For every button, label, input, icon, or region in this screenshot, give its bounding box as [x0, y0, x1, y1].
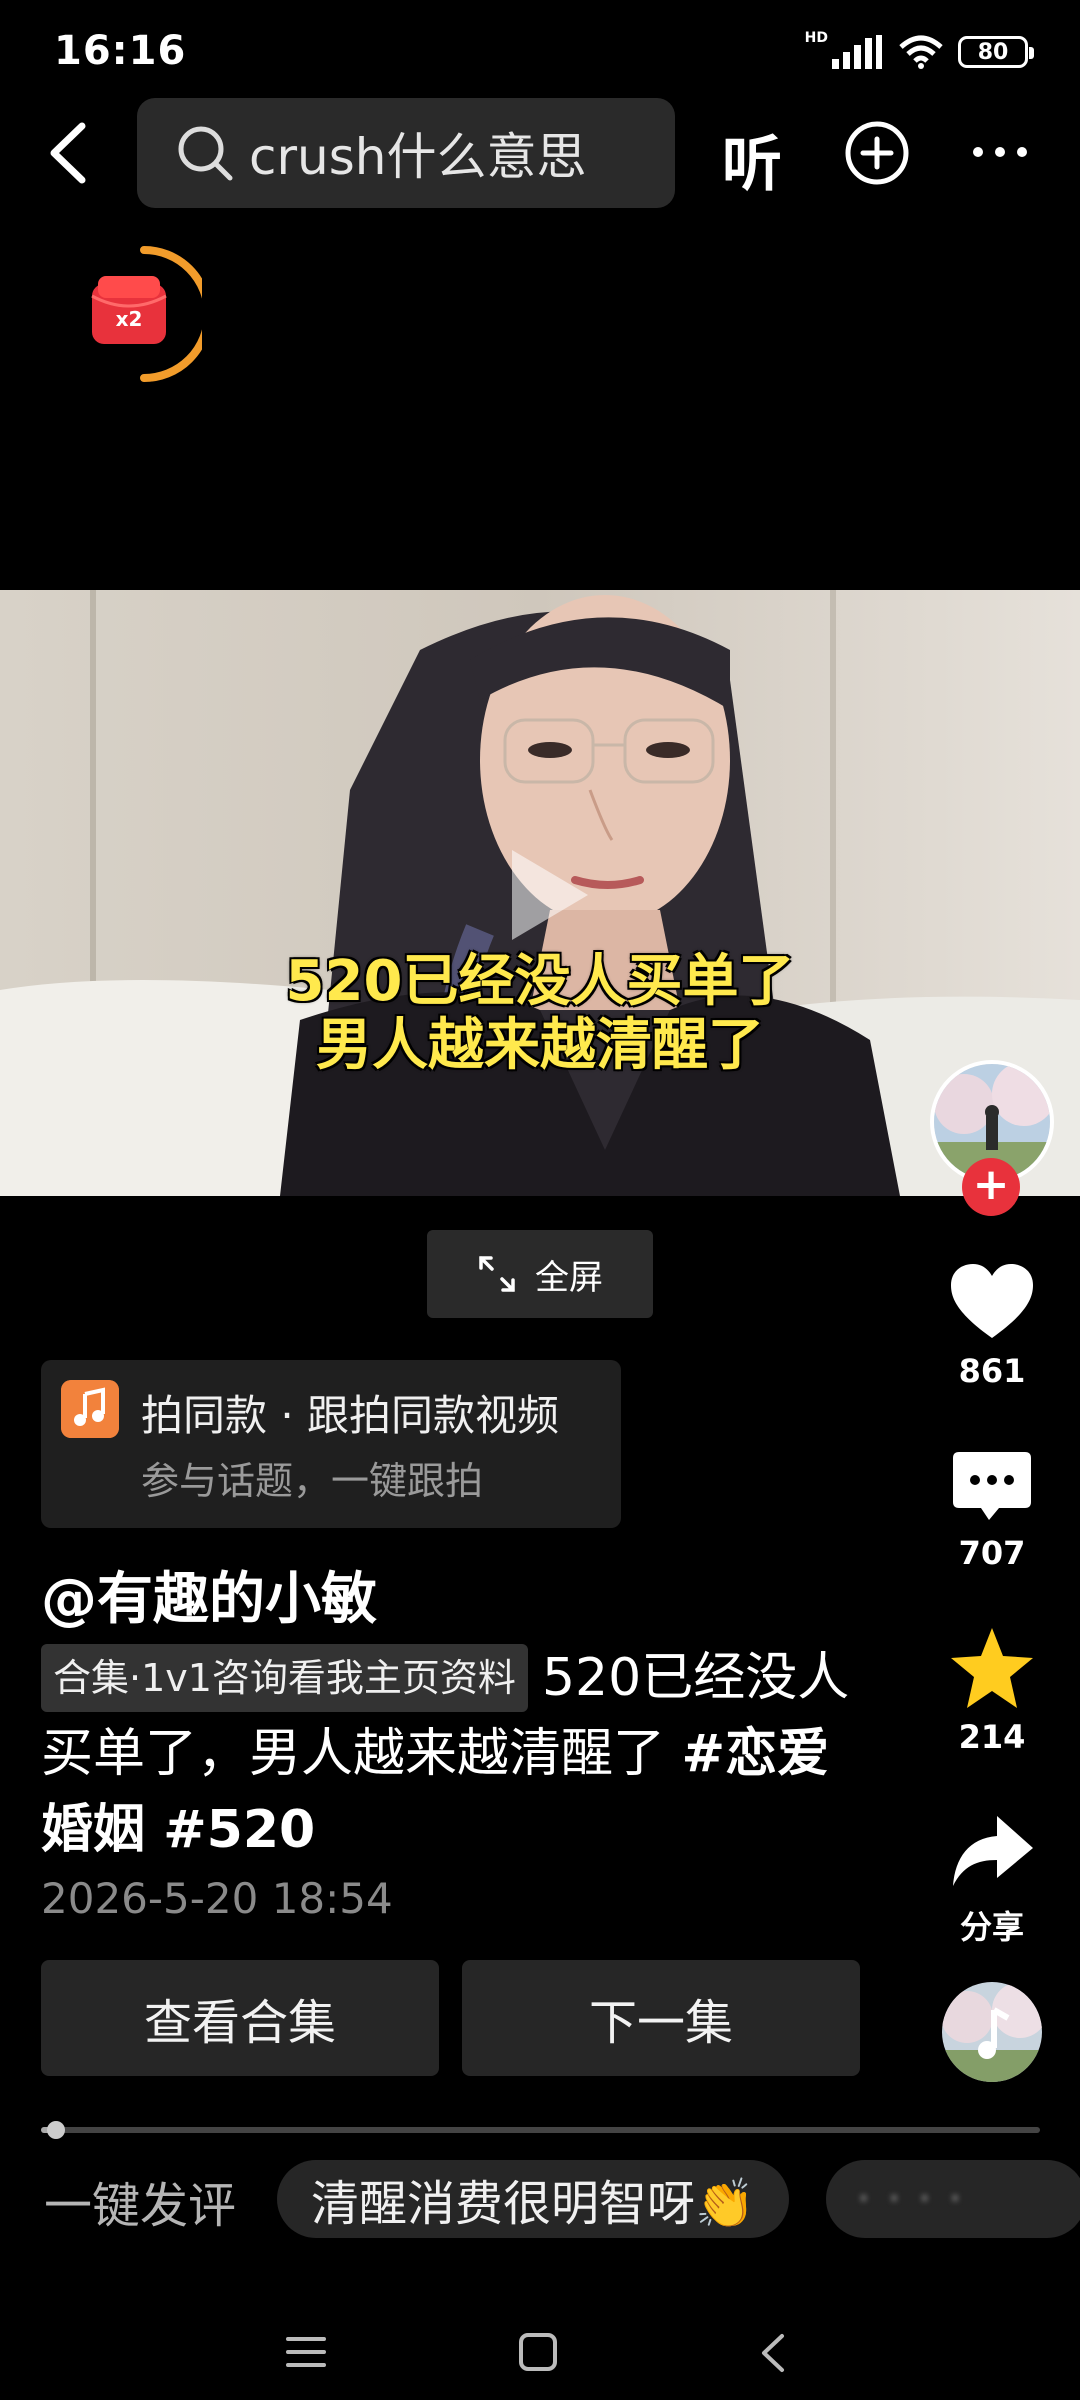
like-action[interactable]: 861	[920, 1258, 1064, 1390]
comment-icon	[953, 1452, 1031, 1520]
shoot-same-title: 拍同款 · 跟拍同款视频	[141, 1391, 560, 1440]
wifi-icon	[899, 35, 943, 69]
heart-icon	[951, 1264, 1033, 1338]
comment-count: 707	[958, 1534, 1026, 1572]
favorite-action[interactable]: 214	[920, 1624, 1064, 1756]
follow-button[interactable]: +	[962, 1158, 1020, 1216]
quick-comment-chip-partial[interactable]: · · · ·	[826, 2160, 1080, 2238]
quick-comment-label: 一键发评	[44, 2178, 237, 2234]
system-nav-bar	[0, 2300, 1080, 2400]
red-packet-icon[interactable]: x2	[82, 244, 202, 384]
expand-icon	[479, 1256, 515, 1292]
favorite-count: 214	[958, 1718, 1026, 1756]
shoot-same-subtitle: 参与话题，一键跟拍	[141, 1459, 484, 1503]
search-box[interactable]: crush什么意思	[137, 98, 675, 208]
menu-icon[interactable]	[286, 2336, 326, 2368]
share-label: 分享	[959, 1908, 1024, 1946]
like-count: 861	[958, 1352, 1026, 1390]
music-note-icon	[942, 1982, 1042, 2082]
signal-icon	[832, 35, 882, 69]
comment-action[interactable]: 707	[920, 1440, 1064, 1572]
progress-track[interactable]	[41, 2121, 1040, 2139]
listen-button[interactable]: 听	[722, 116, 782, 203]
share-icon	[953, 1816, 1033, 1886]
next-episode-button[interactable]: 下一集	[462, 1960, 860, 2076]
search-query: crush什么意思	[249, 128, 587, 186]
nav-back-icon[interactable]	[758, 2332, 788, 2374]
fullscreen-button[interactable]: 全屏	[427, 1230, 653, 1318]
more-icon[interactable]	[970, 140, 1030, 164]
collection-tag[interactable]: 合集·1v1咨询看我主页资料	[41, 1644, 528, 1712]
battery-icon: 80	[958, 36, 1034, 68]
fullscreen-label: 全屏	[535, 1257, 603, 1298]
author-name[interactable]: @有趣的小敏	[41, 1554, 377, 1635]
share-action[interactable]: 分享	[920, 1808, 1064, 1948]
battery-level: 80	[977, 39, 1009, 65]
caption-line-2: 男人越来越清醒了	[316, 1013, 764, 1078]
video-description: 合集·1v1咨询看我主页资料 520已经没人买单了，男人越来越清醒了 #恋爱婚姻 …	[41, 1640, 871, 1868]
home-icon[interactable]	[518, 2332, 558, 2372]
music-icon	[61, 1380, 119, 1438]
top-bar: crush什么意思 听	[0, 98, 1080, 208]
post-date: 2026-5-20 18:54	[41, 1874, 393, 1923]
quick-comment-chip[interactable]: 清醒消费很明智呀👏	[277, 2160, 789, 2238]
back-icon[interactable]	[40, 118, 100, 188]
status-bar: 16:16 HD 80	[0, 0, 1080, 100]
play-icon[interactable]	[498, 840, 598, 950]
music-disc-avatar[interactable]	[942, 1982, 1042, 2082]
shoot-same-card[interactable]: 拍同款 · 跟拍同款视频 参与话题，一键跟拍	[41, 1360, 621, 1528]
view-collection-button[interactable]: 查看合集	[41, 1960, 439, 2076]
status-icons: HD 80	[804, 30, 1034, 74]
search-icon	[178, 126, 233, 181]
progress-knob[interactable]	[46, 2121, 65, 2139]
status-time: 16:16	[54, 28, 187, 74]
add-icon[interactable]	[844, 120, 910, 186]
hd-label: HD	[804, 30, 828, 46]
multiplier-badge: x2	[116, 307, 143, 331]
video-caption: 520已经没人买单了 男人越来越清醒了	[0, 950, 1080, 1078]
caption-line-1: 520已经没人买单了	[285, 949, 795, 1014]
star-icon	[951, 1628, 1033, 1708]
